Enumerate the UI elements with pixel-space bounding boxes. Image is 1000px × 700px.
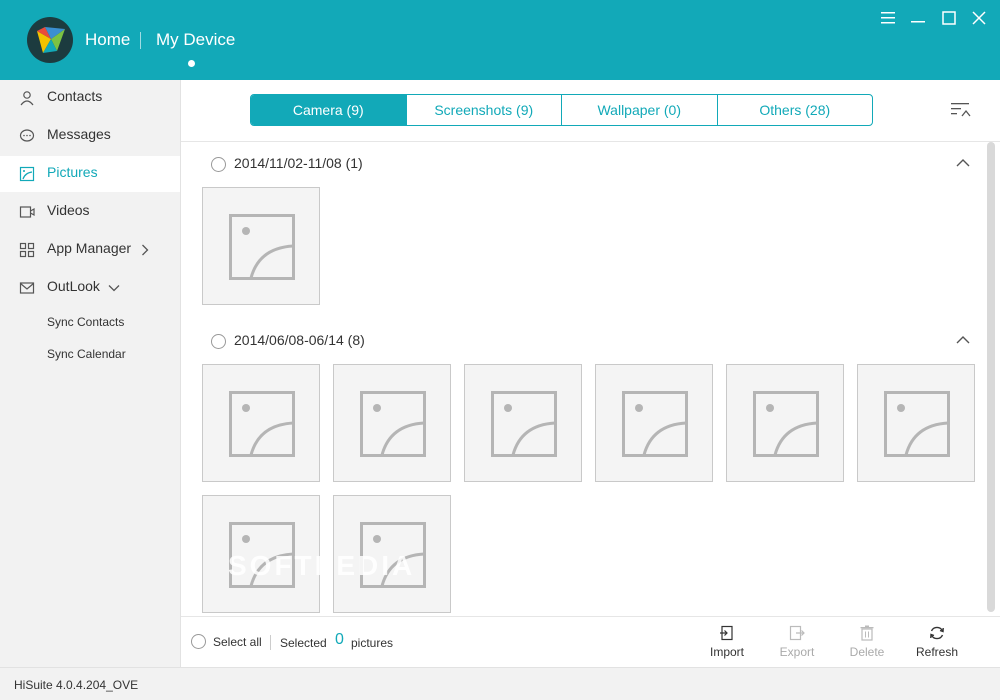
tab-others[interactable]: Others (28) <box>718 95 873 125</box>
chevron-up-icon[interactable] <box>955 334 971 346</box>
sidebar-item-messages[interactable]: Messages <box>0 118 180 154</box>
image-placeholder-icon <box>229 391 295 457</box>
active-nav-indicator <box>188 60 195 67</box>
envelope-icon <box>19 282 35 294</box>
export-label: Export <box>779 645 815 659</box>
picture-thumbnail[interactable] <box>333 364 451 482</box>
selected-count: 0 <box>335 631 344 648</box>
group-title: 2014/06/08-06/14 (8) <box>234 332 365 348</box>
picture-icon <box>19 166 35 182</box>
menu-icon[interactable] <box>880 10 896 26</box>
image-placeholder-icon <box>360 522 426 588</box>
chevron-right-icon <box>142 244 149 256</box>
person-icon <box>20 91 34 106</box>
sidebar-subitem-sync-calendar[interactable]: Sync Calendar <box>47 347 126 361</box>
sidebar-subitem-sync-contacts[interactable]: Sync Contacts <box>47 315 124 329</box>
date-group-header: 2014/11/02-11/08 (1) <box>211 154 363 174</box>
maximize-icon[interactable] <box>941 10 957 26</box>
category-tabs: Camera (9) Screenshots (9) Wallpaper (0)… <box>250 94 873 126</box>
nav-my-device[interactable]: My Device <box>156 30 235 50</box>
refresh-button[interactable]: Refresh <box>907 623 967 663</box>
trash-icon <box>860 625 874 641</box>
image-placeholder-icon <box>360 391 426 457</box>
sidebar-item-pictures[interactable]: Pictures <box>0 156 180 192</box>
chevron-up-icon[interactable] <box>955 157 971 169</box>
close-icon[interactable] <box>971 10 987 26</box>
date-group-header: 2014/06/08-06/14 (8) <box>211 331 365 351</box>
image-placeholder-icon <box>229 522 295 588</box>
image-placeholder-icon <box>491 391 557 457</box>
status-bar: HiSuite 4.0.4.204_OVE <box>0 667 1000 700</box>
video-icon <box>19 206 35 218</box>
group-title: 2014/11/02-11/08 (1) <box>234 155 363 171</box>
sort-icon[interactable] <box>950 101 972 119</box>
group-select-radio[interactable] <box>211 333 226 349</box>
picture-thumbnail[interactable] <box>202 187 320 305</box>
sidebar-item-label: OutLook <box>47 278 100 294</box>
picture-thumbnail[interactable] <box>202 364 320 482</box>
tab-screenshots[interactable]: Screenshots (9) <box>407 95 562 125</box>
group-select-radio[interactable] <box>211 156 226 172</box>
chat-bubble-icon <box>19 129 35 142</box>
nav-divider <box>140 32 141 49</box>
sidebar-item-label: Videos <box>47 202 90 218</box>
picture-thumbnail[interactable] <box>857 364 975 482</box>
sidebar-item-label: App Manager <box>47 240 132 256</box>
action-bar: Select all Selected 0 pictures Import Ex… <box>181 616 1000 667</box>
content-divider <box>181 141 1000 142</box>
sidebar-item-outlook[interactable]: OutLook <box>0 270 180 306</box>
grid-icon <box>19 242 35 258</box>
refresh-label: Refresh <box>915 645 959 659</box>
export-button[interactable]: Export <box>767 623 827 663</box>
tab-camera[interactable]: Camera (9) <box>251 95 407 125</box>
picture-thumbnail[interactable] <box>595 364 713 482</box>
sidebar-item-label: Messages <box>47 126 111 142</box>
select-all-radio[interactable] <box>191 634 206 649</box>
sidebar-item-app-manager[interactable]: App Manager <box>0 232 180 268</box>
picture-thumbnail[interactable] <box>202 495 320 613</box>
version-text: HiSuite 4.0.4.204_OVE <box>14 678 139 692</box>
selected-label: Selected <box>280 636 327 650</box>
refresh-icon <box>930 626 944 640</box>
sidebar-item-videos[interactable]: Videos <box>0 194 180 230</box>
import-icon <box>720 625 733 641</box>
app-header: Home My Device <box>0 0 1000 80</box>
image-placeholder-icon <box>229 214 295 280</box>
picture-thumbnail[interactable] <box>333 495 451 613</box>
select-all-label[interactable]: Select all <box>213 635 262 649</box>
image-placeholder-icon <box>753 391 819 457</box>
vertical-scrollbar[interactable] <box>987 142 995 612</box>
export-icon <box>789 625 805 641</box>
tab-wallpaper[interactable]: Wallpaper (0) <box>562 95 718 125</box>
picture-thumbnail[interactable] <box>464 364 582 482</box>
sidebar-item-contacts[interactable]: Contacts <box>0 80 180 116</box>
import-button[interactable]: Import <box>697 623 757 663</box>
minimize-icon[interactable] <box>910 10 926 26</box>
hisuite-logo <box>27 17 73 63</box>
delete-button[interactable]: Delete <box>837 623 897 663</box>
sidebar: Contacts Messages Pictures Videos App Ma… <box>0 80 181 667</box>
delete-label: Delete <box>849 645 885 659</box>
sidebar-item-label: Pictures <box>47 164 98 180</box>
import-label: Import <box>709 645 744 659</box>
image-placeholder-icon <box>884 391 950 457</box>
picture-thumbnail[interactable] <box>726 364 844 482</box>
nav-home[interactable]: Home <box>85 30 130 50</box>
divider <box>270 635 271 650</box>
image-placeholder-icon <box>622 391 688 457</box>
pictures-label: pictures <box>351 636 394 650</box>
chevron-down-icon <box>108 285 120 292</box>
sidebar-item-label: Contacts <box>47 88 103 104</box>
